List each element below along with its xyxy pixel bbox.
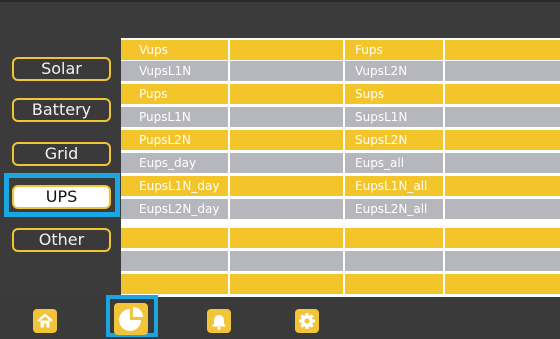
table-row (121, 274, 560, 294)
table-row: PupsL1N SupsL1N (121, 107, 560, 127)
top-border (0, 0, 560, 2)
table-cell: EupsL1N_all (355, 179, 428, 193)
table-cell: Vups (139, 43, 168, 57)
stats-button[interactable] (114, 303, 148, 335)
table-row: PupsL2N SupsL2N (121, 130, 560, 150)
table-cell: EupsL1N_day (139, 179, 220, 193)
table-cell: SupsL2N (355, 133, 408, 147)
column-divider (443, 38, 445, 297)
table-cell: SupsL1N (355, 110, 408, 124)
menu-solar-button[interactable]: Solar (12, 57, 111, 81)
data-table: Vups Fups VupsL1N VupsL2N Pups Sups Pups… (121, 38, 560, 297)
table-row: Vups Fups (121, 40, 560, 60)
column-divider (343, 38, 345, 297)
bell-icon (212, 315, 226, 331)
table-cell: Eups_all (355, 156, 405, 170)
pie-chart-icon (119, 307, 143, 331)
menu-grid-button[interactable]: Grid (12, 142, 111, 166)
home-button[interactable] (33, 309, 57, 333)
menu-other-button[interactable]: Other (12, 228, 111, 252)
table-cell: EupsL2N_all (355, 202, 428, 216)
table-row: EupsL2N_day EupsL2N_all (121, 199, 560, 219)
table-cell: PupsL1N (139, 110, 191, 124)
table-row (121, 228, 560, 248)
table-cell: VupsL1N (139, 64, 192, 78)
table-cell: Pups (139, 87, 168, 101)
table-cell: Sups (355, 87, 385, 101)
table-cell: PupsL2N (139, 133, 191, 147)
bottom-nav (0, 297, 560, 337)
column-divider (228, 38, 230, 297)
table-row: EupsL1N_day EupsL1N_all (121, 176, 560, 196)
table-cell: Eups_day (139, 156, 197, 170)
menu-battery-button[interactable]: Battery (12, 98, 111, 122)
home-icon (37, 313, 53, 328)
table-cell: Fups (355, 43, 383, 57)
table-row: VupsL1N VupsL2N (121, 61, 560, 81)
table-cell: EupsL2N_day (139, 202, 220, 216)
table-cell: VupsL2N (355, 64, 408, 78)
settings-button[interactable] (295, 309, 319, 333)
table-row: Eups_day Eups_all (121, 153, 560, 173)
screen: Solar Battery Grid UPS Other Vups Fups V… (0, 0, 560, 337)
table-row (121, 251, 560, 271)
menu-ups-button[interactable]: UPS (12, 185, 111, 209)
table-row: Pups Sups (121, 84, 560, 104)
settings-icon (299, 313, 315, 329)
alerts-button[interactable] (207, 309, 231, 333)
